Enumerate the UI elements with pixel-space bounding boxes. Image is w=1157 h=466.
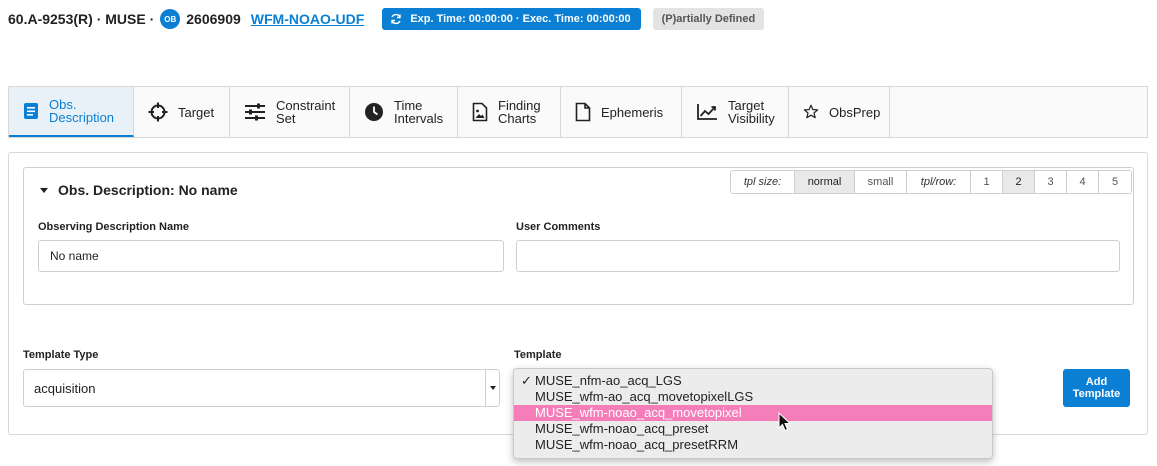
template-option-label: MUSE_wfm-noao_acq_movetopixel <box>535 405 742 420</box>
line-chart-icon <box>697 104 717 120</box>
caret-down-icon <box>40 187 48 193</box>
tab-label: Time Intervals <box>394 98 444 126</box>
template-option-label: MUSE_wfm-noao_acq_presetRRM <box>535 437 739 452</box>
template-label: Template <box>514 349 562 361</box>
status-badge: (P)artially Defined <box>652 8 765 30</box>
document-icon <box>24 103 38 119</box>
refresh-icon <box>391 13 402 25</box>
tab-label: Constraint Set <box>276 98 336 126</box>
star-icon <box>803 104 819 119</box>
tab-time-intervals[interactable]: Time Intervals <box>350 87 458 137</box>
tab-ephemeris[interactable]: Ephemeris <box>561 87 682 137</box>
image-file-icon <box>472 102 488 122</box>
ob-name-link[interactable]: WFM-NOAO-UDF <box>251 11 365 27</box>
template-option-highlighted[interactable]: MUSE_wfm-noao_acq_movetopixel <box>514 405 992 421</box>
obs-name-input[interactable]: No name <box>38 240 504 272</box>
program-id: 60.A-9253(R) · MUSE · <box>8 11 155 27</box>
template-dropdown-menu[interactable]: ✓ MUSE_nfm-ao_acq_LGS MUSE_wfm-ao_acq_mo… <box>513 368 993 459</box>
template-type-label: Template Type <box>23 349 99 361</box>
tab-obsprep[interactable]: ObsPrep <box>789 87 890 137</box>
template-option[interactable]: MUSE_wfm-noao_acq_presetRRM <box>514 437 992 453</box>
checkmark-icon: ✓ <box>521 373 532 388</box>
template-option-label: MUSE_wfm-noao_acq_preset <box>535 421 709 436</box>
ob-badge: OB <box>160 9 181 29</box>
exposure-time-text: Exp. Time: 00:00:00 · Exec. Time: 00:00:… <box>410 13 631 25</box>
tpl-size-normal[interactable]: normal <box>795 171 855 193</box>
obs-description-title: Obs. Description: No name <box>58 182 238 198</box>
file-icon <box>575 102 591 122</box>
template-option-label: MUSE_nfm-ao_acq_LGS <box>535 373 682 388</box>
obs-description-toggle[interactable]: Obs. Description: No name <box>40 182 238 198</box>
exposure-time-badge[interactable]: Exp. Time: 00:00:00 · Exec. Time: 00:00:… <box>382 8 641 30</box>
tpl-row-2[interactable]: 2 <box>1003 171 1035 193</box>
template-option-label: MUSE_wfm-ao_acq_movetopixelLGS <box>535 389 754 404</box>
tpl-row-3[interactable]: 3 <box>1035 171 1067 193</box>
template-option[interactable]: MUSE_wfm-noao_acq_preset <box>514 421 992 437</box>
chevron-down-icon <box>485 370 499 406</box>
tpl-row-5[interactable]: 5 <box>1099 171 1131 193</box>
sliders-icon <box>245 103 265 121</box>
user-comments-label: User Comments <box>516 221 601 233</box>
tab-target-visibility[interactable]: Target Visibility <box>682 87 789 137</box>
clock-icon <box>365 103 383 121</box>
ob-id: 2606909 <box>186 11 241 27</box>
user-comments-input[interactable] <box>516 240 1120 272</box>
tab-label: Ephemeris <box>601 104 664 120</box>
tab-target[interactable]: Target <box>134 87 230 137</box>
tpl-size-label: tpl size: <box>731 171 795 193</box>
tab-obs-description[interactable]: Obs. Description <box>9 87 134 137</box>
ob-header: 60.A-9253(R) · MUSE · OB 2606909 WFM-NOA… <box>8 8 765 30</box>
template-type-select[interactable]: acquisition <box>23 369 500 407</box>
tpl-row-label: tpl/row: <box>907 171 971 193</box>
tab-label: Finding Charts <box>498 98 541 126</box>
tpl-size-small[interactable]: small <box>855 171 907 193</box>
tab-label: Target <box>178 104 215 120</box>
tab-label: Target Visibility <box>728 98 775 126</box>
ob-tabs: Obs. Description Target Constraint Set T… <box>8 86 1148 138</box>
obs-description-box: Obs. Description: No name tpl size: norm… <box>23 167 1134 305</box>
obs-name-label: Observing Description Name <box>38 221 189 233</box>
template-option[interactable]: ✓ MUSE_nfm-ao_acq_LGS <box>514 373 992 389</box>
tab-label: Obs. Description <box>49 97 115 125</box>
tab-finding-charts[interactable]: Finding Charts <box>458 87 561 137</box>
tab-constraint-set[interactable]: Constraint Set <box>230 87 350 137</box>
template-type-value: acquisition <box>34 380 96 396</box>
template-size-controls: tpl size: normal small tpl/row: 1 2 3 4 … <box>730 170 1132 194</box>
add-template-button[interactable]: Add Template <box>1063 369 1130 407</box>
tpl-row-1[interactable]: 1 <box>971 171 1003 193</box>
tab-label: ObsPrep <box>829 104 881 120</box>
crosshair-icon <box>148 102 168 122</box>
tpl-row-4[interactable]: 4 <box>1067 171 1099 193</box>
template-option[interactable]: MUSE_wfm-ao_acq_movetopixelLGS <box>514 389 992 405</box>
mouse-cursor-icon <box>778 412 792 432</box>
